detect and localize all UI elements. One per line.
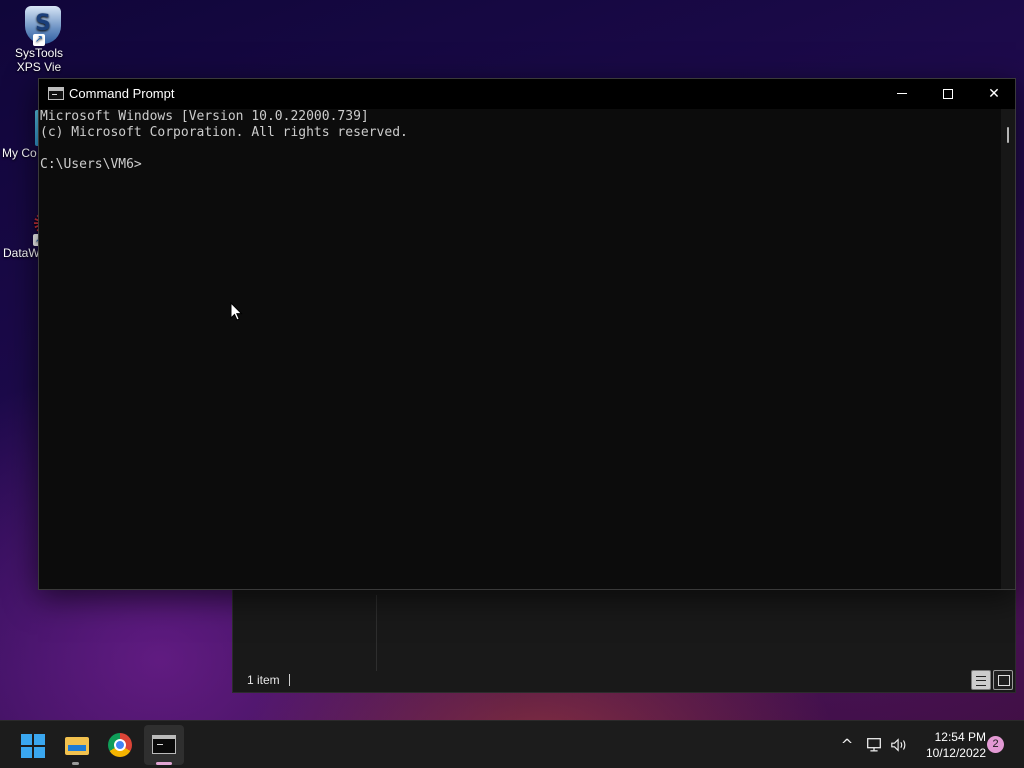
vertical-scrollbar[interactable] <box>1001 109 1015 589</box>
maximize-button[interactable] <box>925 79 971 109</box>
window-title: Command Prompt <box>69 86 175 101</box>
status-bar: 1 item <box>233 668 1015 692</box>
windows-logo-icon <box>21 734 45 758</box>
scroll-thumb[interactable] <box>1007 127 1009 143</box>
console-line: Microsoft Windows [Version 10.0.22000.73… <box>40 109 369 124</box>
cmd-app-icon[interactable] <box>48 87 64 100</box>
mouse-cursor-icon <box>230 302 243 321</box>
status-separator <box>289 674 290 686</box>
desktop-icon-systools[interactable]: S ↗ SysTools XPS Vie <box>0 6 78 74</box>
volume-icon[interactable] <box>888 735 910 755</box>
running-indicator <box>72 762 79 765</box>
start-button[interactable] <box>12 725 52 765</box>
taskbar: ^ 12:54 PM 10/12/2022 2 <box>0 720 1024 768</box>
command-prompt-window[interactable]: Command Prompt ✕ Microsoft Windows [Vers… <box>38 78 1016 590</box>
maximize-icon <box>943 89 953 99</box>
file-explorer-window: 1 item <box>232 588 1016 693</box>
clock-time: 12:54 PM <box>934 730 986 744</box>
desktop-icon-label: SysTools XPS Vie <box>14 46 64 74</box>
close-icon: ✕ <box>988 86 1000 102</box>
pane-divider[interactable] <box>376 595 377 671</box>
details-view-button[interactable] <box>971 670 991 690</box>
notification-badge[interactable]: 2 <box>987 736 1004 753</box>
console-output[interactable]: Microsoft Windows [Version 10.0.22000.73… <box>39 109 1001 589</box>
taskbar-clock[interactable]: 12:54 PM 10/12/2022 <box>914 729 986 761</box>
close-button[interactable]: ✕ <box>971 79 1017 109</box>
console-line: (c) Microsoft Corporation. All rights re… <box>40 125 408 140</box>
minimize-button[interactable] <box>879 79 925 109</box>
title-bar[interactable]: Command Prompt ✕ <box>39 79 1015 109</box>
item-count: 1 item <box>247 673 280 687</box>
minimize-icon <box>897 93 907 94</box>
network-icon[interactable] <box>864 735 884 755</box>
active-indicator <box>156 762 172 765</box>
chrome-icon <box>108 733 132 757</box>
systools-xps-viewer-icon: S ↗ <box>19 6 61 46</box>
show-hidden-icons-chevron-icon[interactable]: ^ <box>838 735 856 755</box>
folder-icon <box>65 737 89 755</box>
large-icons-view-button[interactable] <box>993 670 1013 690</box>
taskbar-file-explorer[interactable] <box>56 725 96 765</box>
console-prompt: C:\Users\VM6> <box>40 157 142 172</box>
clock-date: 10/12/2022 <box>925 746 986 760</box>
taskbar-chrome[interactable] <box>100 725 140 765</box>
taskbar-command-prompt[interactable] <box>144 725 184 765</box>
cmd-icon <box>152 735 176 754</box>
